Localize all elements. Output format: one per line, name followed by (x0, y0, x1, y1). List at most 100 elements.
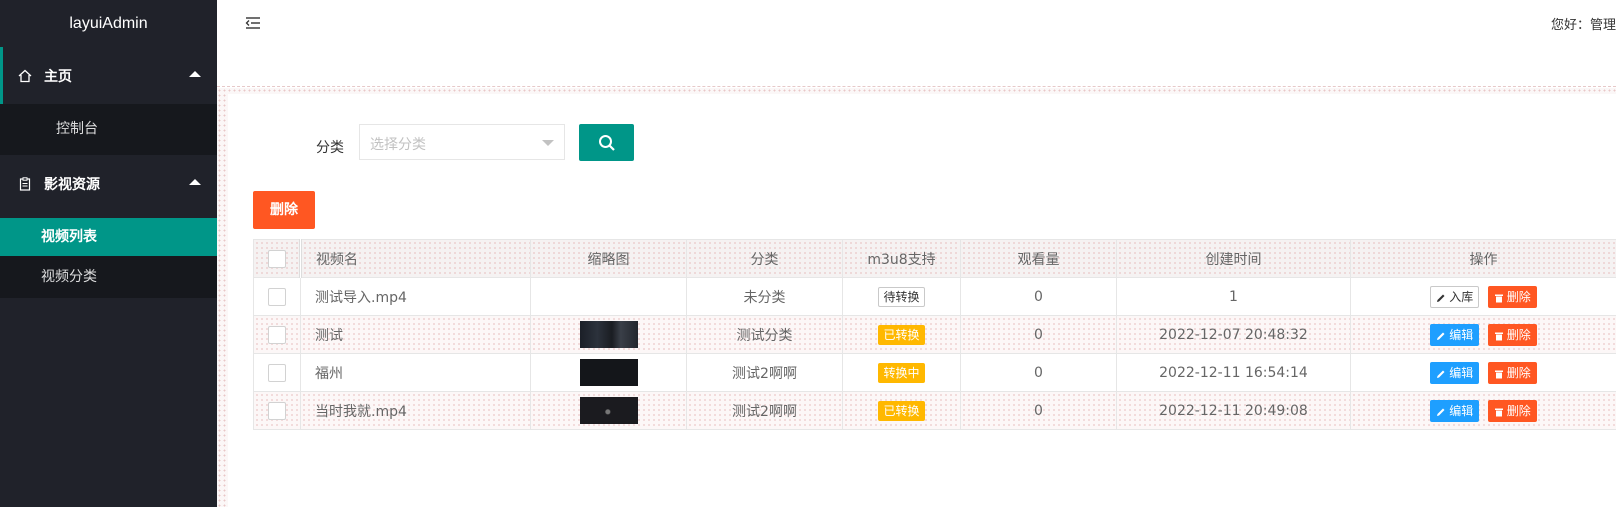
pencil-icon (1437, 332, 1445, 340)
pencil-icon (1437, 294, 1445, 302)
caret-up-icon (189, 179, 201, 185)
nav-item-media[interactable]: 影视资源 (0, 155, 217, 212)
batch-delete-button[interactable]: 删除 (253, 191, 315, 229)
video-category: 未分类 (686, 277, 843, 316)
video-name: 测试导入.mp4 (300, 277, 531, 316)
row-select-cell (253, 315, 301, 354)
row-checkbox[interactable] (268, 401, 286, 420)
table-header-row: 视频名 缩略图 分类 m3u8支持 观看量 创建时间 操作 (253, 239, 1616, 278)
trash-icon (1494, 332, 1503, 340)
video-thumbnail[interactable] (579, 321, 638, 348)
app-logo-title[interactable]: layuiAdmin (0, 0, 217, 47)
delete-button-label: 删除 (1506, 289, 1531, 304)
home-icon (18, 69, 34, 83)
nav-group-home: 控制台 (0, 104, 217, 155)
video-name: 福州 (300, 353, 531, 392)
delete-button-label: 删除 (1506, 365, 1531, 380)
video-created: 2022-12-11 16:54:14 (1116, 353, 1351, 392)
col-header-actions: 操作 (1350, 239, 1616, 278)
video-created: 1 (1116, 277, 1351, 316)
select-all-checkbox[interactable] (267, 249, 286, 268)
row-actions: 编辑 删除 (1350, 391, 1616, 430)
row-select-cell (253, 391, 301, 430)
m3u8-status-badge: 已转换 (878, 324, 925, 345)
search-icon (598, 134, 615, 151)
video-table: 视频名 缩略图 分类 m3u8支持 观看量 创建时间 操作 测试导入.mp4 未… (253, 239, 1616, 430)
table-row: 福州 测试2啊啊 转换中 0 2022-12-11 16:54:14 编辑 删除 (253, 353, 1616, 392)
row-checkbox[interactable] (268, 287, 286, 306)
menu-fold-icon[interactable] (245, 16, 261, 30)
video-thumbnail-cell (530, 353, 687, 392)
video-created: 2022-12-07 20:48:32 (1116, 315, 1351, 354)
video-thumbnail[interactable] (579, 359, 638, 386)
nav-group-media: 视频列表 视频分类 (0, 218, 217, 298)
nav-item-video-list[interactable]: 视频列表 (0, 218, 217, 256)
trash-icon (1494, 294, 1503, 302)
import-button[interactable]: 入库 (1430, 285, 1480, 308)
video-views: 0 (960, 391, 1117, 430)
video-category: 测试2啊啊 (686, 353, 843, 392)
col-header-category[interactable]: 分类 (686, 239, 843, 278)
video-views: 0 (960, 315, 1117, 354)
row-actions: 编辑 删除 (1350, 353, 1616, 392)
video-list-card: 分类 选择分类 删除 视频名 缩略图 分类 m3u8支持 观看量 创建时间 操作… (228, 94, 1616, 507)
pencil-icon (1437, 370, 1445, 378)
col-header-m3u8[interactable]: m3u8支持 (842, 239, 961, 278)
clipboard-icon (18, 176, 34, 191)
nav-item-home[interactable]: 主页 (0, 47, 217, 104)
select-all-cell (253, 239, 302, 278)
video-thumbnail[interactable] (579, 397, 638, 424)
m3u8-status-badge: 转换中 (878, 362, 925, 383)
table-row: 测试 测试分类 已转换 0 2022-12-07 20:48:32 编辑 删除 (253, 315, 1616, 354)
col-header-thumbnail[interactable]: 缩略图 (530, 239, 687, 278)
top-header: 您好：管理 (217, 0, 1616, 87)
delete-button[interactable]: 删除 (1487, 399, 1537, 422)
edit-button-label: 编辑 (1449, 327, 1474, 342)
trash-icon (1494, 408, 1503, 416)
m3u8-status-badge: 已转换 (878, 400, 925, 421)
filter-category-label: 分类 (316, 140, 344, 156)
nav-item-media-label: 影视资源 (44, 176, 100, 193)
edit-button[interactable]: 编辑 (1430, 323, 1480, 346)
video-category: 测试2啊啊 (686, 391, 843, 430)
row-checkbox[interactable] (268, 363, 286, 382)
edit-button-label: 编辑 (1449, 403, 1474, 418)
table-row: 测试导入.mp4 未分类 待转换 0 1 入库 删除 (253, 277, 1616, 316)
category-select-placeholder: 选择分类 (370, 137, 426, 153)
nav-item-console[interactable]: 控制台 (0, 104, 217, 155)
edit-button[interactable]: 编辑 (1430, 399, 1480, 422)
chevron-down-icon (542, 140, 554, 146)
category-select[interactable]: 选择分类 (359, 124, 565, 160)
row-select-cell (253, 353, 301, 392)
content-area: 分类 选择分类 删除 视频名 缩略图 分类 m3u8支持 观看量 创建时间 操作… (217, 88, 1616, 507)
col-header-views[interactable]: 观看量 (960, 239, 1117, 278)
import-button-label: 入库 (1449, 289, 1474, 304)
delete-button[interactable]: 删除 (1487, 285, 1537, 308)
video-thumbnail-cell (530, 277, 687, 316)
search-button[interactable] (579, 124, 634, 161)
col-header-created[interactable]: 创建时间 (1116, 239, 1351, 278)
delete-button[interactable]: 删除 (1487, 323, 1537, 346)
video-name: 当时我就.mp4 (300, 391, 531, 430)
table-row: 当时我就.mp4 测试2啊啊 已转换 0 2022-12-11 20:49:08… (253, 391, 1616, 430)
m3u8-cell: 已转换 (842, 315, 961, 354)
m3u8-status-badge: 待转换 (878, 286, 925, 307)
delete-button[interactable]: 删除 (1487, 361, 1537, 384)
trash-icon (1494, 370, 1503, 378)
row-actions: 入库 删除 (1350, 277, 1616, 316)
col-header-name[interactable]: 视频名 (300, 239, 531, 278)
video-views: 0 (960, 353, 1117, 392)
pencil-icon (1437, 408, 1445, 416)
sidebar: layuiAdmin 主页 控制台 影视资源 视频列表 视频分类 (0, 0, 217, 507)
video-name: 测试 (300, 315, 531, 354)
video-views: 0 (960, 277, 1117, 316)
delete-button-label: 删除 (1506, 403, 1531, 418)
row-select-cell (253, 277, 301, 316)
edit-button[interactable]: 编辑 (1430, 361, 1480, 384)
nav-item-video-category[interactable]: 视频分类 (0, 256, 217, 298)
user-greeting[interactable]: 您好：管理 (1551, 14, 1616, 33)
edit-button-label: 编辑 (1449, 365, 1474, 380)
video-thumbnail-cell (530, 391, 687, 430)
video-thumbnail-cell (530, 315, 687, 354)
row-checkbox[interactable] (268, 325, 286, 344)
